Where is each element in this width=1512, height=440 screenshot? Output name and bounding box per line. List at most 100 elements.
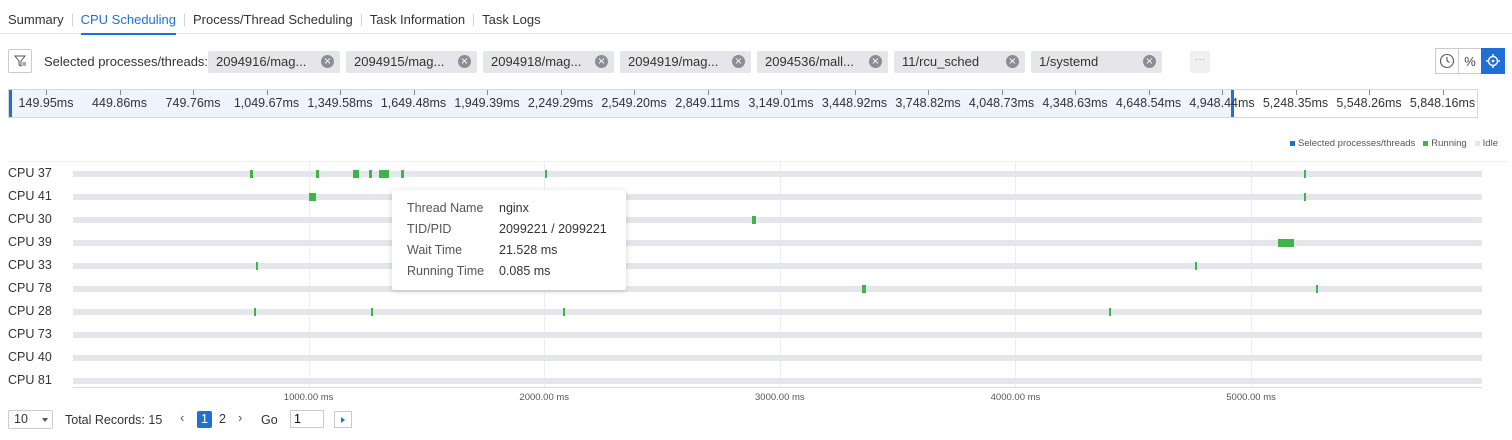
process-chip[interactable]: 2094919/mag... × xyxy=(620,51,751,73)
ruler-label: 5,248.35ms xyxy=(1262,96,1329,110)
tooltip-key: Thread Name xyxy=(407,201,484,215)
tab-process-thread-scheduling[interactable]: Process/Thread Scheduling xyxy=(185,0,361,34)
idle-bar[interactable] xyxy=(73,263,1482,269)
process-chip[interactable]: 2094915/mag... × xyxy=(346,51,477,73)
running-segment[interactable] xyxy=(255,262,258,270)
cpu-label: CPU 81 xyxy=(8,373,52,387)
ruler-tick xyxy=(193,90,194,95)
clock-icon xyxy=(1439,53,1455,69)
running-segment[interactable] xyxy=(545,170,548,178)
tooltip-row: Running Time 0.085 ms xyxy=(407,263,611,284)
tab-task-logs[interactable]: Task Logs xyxy=(474,0,549,34)
running-segment[interactable] xyxy=(400,170,405,178)
running-segment[interactable] xyxy=(315,170,320,178)
running-segment[interactable] xyxy=(1304,170,1307,178)
ruler-tick xyxy=(487,90,488,95)
remove-chip-icon[interactable]: × xyxy=(1143,55,1156,68)
idle-bar[interactable] xyxy=(73,240,1482,246)
process-chip[interactable]: 2094918/mag... × xyxy=(483,51,614,73)
running-segment[interactable] xyxy=(1278,239,1294,247)
ruler-label: 2,249.29ms xyxy=(527,96,594,110)
tooltip-key: Running Time xyxy=(407,264,485,278)
remove-chip-icon[interactable]: × xyxy=(458,55,471,68)
process-chip[interactable]: 1/systemd × xyxy=(1031,51,1162,73)
process-chip[interactable]: 2094916/mag... × xyxy=(208,51,340,73)
running-segment[interactable] xyxy=(371,308,374,316)
running-segment[interactable] xyxy=(249,170,254,178)
chip-label: 1/systemd xyxy=(1039,54,1099,69)
idle-bar[interactable] xyxy=(73,286,1482,292)
legend-swatch-selected xyxy=(1290,141,1296,146)
chart-top-border xyxy=(8,161,1508,162)
idle-bar[interactable] xyxy=(73,217,1482,223)
locate-button[interactable] xyxy=(1481,48,1505,74)
running-segment[interactable] xyxy=(353,170,360,178)
range-start-handle[interactable] xyxy=(9,90,12,117)
prev-page-button[interactable]: ‹ xyxy=(180,410,184,425)
running-segment[interactable] xyxy=(751,216,757,224)
remove-chip-icon[interactable]: × xyxy=(595,55,608,68)
idle-bar[interactable] xyxy=(73,309,1482,315)
running-segment[interactable] xyxy=(563,308,566,316)
crosshair-icon xyxy=(1486,54,1500,68)
tooltip-row: Thread Name nginx xyxy=(407,200,611,221)
ruler-label: 1,949.39ms xyxy=(454,96,520,110)
more-chips-button[interactable]: ··· xyxy=(1190,51,1210,73)
legend-swatch-idle xyxy=(1474,141,1480,146)
running-segment[interactable] xyxy=(379,170,389,178)
ruler-tick xyxy=(340,90,341,95)
idle-bar[interactable] xyxy=(73,378,1482,384)
clock-button[interactable] xyxy=(1435,48,1459,74)
tab-task-information[interactable]: Task Information xyxy=(362,0,473,34)
remove-chip-icon[interactable]: × xyxy=(321,55,334,68)
pagination: 10 Total Records: 15 ‹ 1 2 › Go xyxy=(8,409,908,429)
cpu-row: CPU 37 xyxy=(0,166,1512,189)
running-segment[interactable] xyxy=(862,285,866,293)
cpu-label: CPU 40 xyxy=(8,350,52,364)
remove-chip-icon[interactable]: × xyxy=(1006,55,1019,68)
next-page-button[interactable]: › xyxy=(238,410,242,425)
ruler-tick xyxy=(1369,90,1370,95)
idle-bar[interactable] xyxy=(73,171,1482,177)
remove-chip-icon[interactable]: × xyxy=(732,55,745,68)
percent-button[interactable]: % xyxy=(1458,48,1482,74)
tab-cpu-scheduling[interactable]: CPU Scheduling xyxy=(73,0,184,35)
idle-bar[interactable] xyxy=(73,194,1482,200)
process-chip[interactable]: 11/rcu_sched × xyxy=(894,51,1025,73)
running-segment[interactable] xyxy=(308,193,316,201)
filter-button[interactable] xyxy=(8,49,32,73)
go-page-input[interactable] xyxy=(290,410,324,428)
ruler-label: 2,549.20ms xyxy=(601,96,667,110)
remove-chip-icon[interactable]: × xyxy=(869,55,882,68)
cpu-row: CPU 33 xyxy=(0,258,1512,281)
chip-label: 2094915/mag... xyxy=(354,54,445,69)
cpu-row: CPU 41 xyxy=(0,189,1512,212)
page-size-select[interactable]: 10 xyxy=(8,410,53,429)
filter-icon xyxy=(13,55,27,67)
legend: Selected processes/threads Running Idle xyxy=(1282,138,1498,149)
legend-label-idle: Idle xyxy=(1482,138,1498,149)
ruler-tick xyxy=(1295,90,1297,95)
running-segment[interactable] xyxy=(368,170,373,178)
idle-bar[interactable] xyxy=(73,332,1482,338)
running-segment[interactable] xyxy=(1194,262,1197,270)
running-segment[interactable] xyxy=(1315,285,1318,293)
go-button[interactable] xyxy=(334,411,352,428)
tab-summary[interactable]: Summary xyxy=(0,0,72,34)
time-range-ruler[interactable]: 149.95ms 449.86ms 749.76ms 1,049.67ms 1,349.… xyxy=(8,89,1478,118)
running-segment[interactable] xyxy=(1304,193,1307,201)
chip-label: 2094916/mag... xyxy=(216,54,307,69)
running-segment[interactable] xyxy=(254,308,257,316)
ruler-label: 4,948.44ms xyxy=(1189,96,1255,110)
ruler-label: 449.86ms xyxy=(92,96,147,110)
page-1-button[interactable]: 1 xyxy=(197,411,212,428)
ruler-tick xyxy=(560,90,562,95)
go-label: Go xyxy=(261,413,278,427)
running-segment[interactable] xyxy=(1108,308,1111,316)
process-chip[interactable]: 2094536/mall... × xyxy=(757,51,888,73)
chip-label: 2094536/mall... xyxy=(765,54,854,69)
page-2-button[interactable]: 2 xyxy=(215,411,230,428)
tooltip-row: TID/PID 2099221 / 2099221 xyxy=(407,221,611,242)
cpu-row: CPU 78 xyxy=(0,281,1512,304)
idle-bar[interactable] xyxy=(73,355,1482,361)
